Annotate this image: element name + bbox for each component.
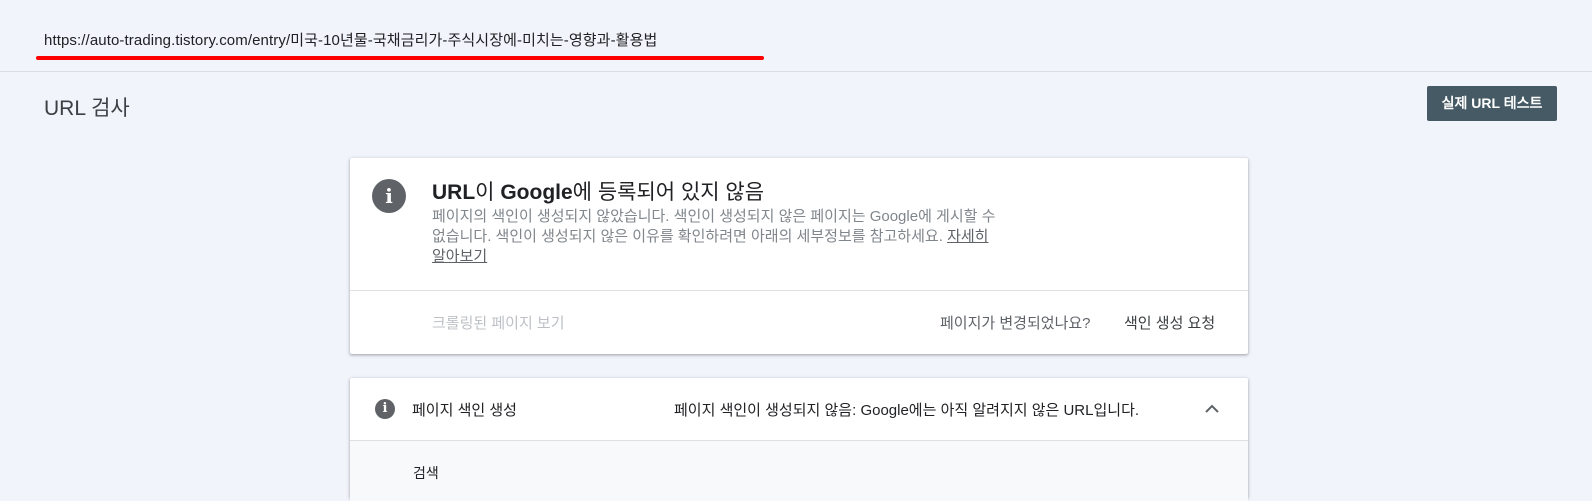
test-live-url-button[interactable]: 실제 URL 테스트 — [1427, 86, 1557, 121]
view-crawled-page-link[interactable]: 크롤링된 페이지 보기 — [432, 312, 565, 333]
red-underline-annotation — [36, 56, 764, 60]
status-heading: URL이 Google에 등록되어 있지 않음 — [432, 176, 764, 206]
heading-url: URL — [432, 181, 476, 204]
card-divider — [350, 290, 1248, 291]
search-section-title: 검색 — [413, 465, 439, 481]
page-indexing-label: 페이지 색인 생성 — [412, 402, 517, 419]
info-icon: i — [375, 399, 395, 419]
page-indexing-details — [350, 441, 1248, 501]
heading-particle: 이 — [475, 181, 501, 204]
inspected-url: https://auto-trading.tistory.com/entry/미… — [44, 32, 658, 49]
url-bar: https://auto-trading.tistory.com/entry/미… — [0, 0, 1592, 72]
request-indexing-button[interactable]: 색인 생성 요청 — [1124, 312, 1215, 333]
page-title: URL 검사 — [44, 97, 130, 120]
status-description-text: 페이지의 색인이 생성되지 않았습니다. 색인이 생성되지 않은 페이지는 Go… — [432, 208, 996, 245]
chevron-up-icon[interactable] — [1204, 402, 1220, 416]
heading-rest: 에 등록되어 있지 않음 — [572, 181, 765, 204]
page-indexing-status: 페이지 색인이 생성되지 않음: Google에는 아직 알려지지 않은 URL… — [674, 402, 1140, 419]
page-changed-question: 페이지가 변경되었나요? — [940, 315, 1091, 332]
heading-google: Google — [500, 181, 573, 204]
status-description: 페이지의 색인이 생성되지 않았습니다. 색인이 생성되지 않은 페이지는 Go… — [432, 207, 1002, 267]
info-icon: i — [372, 179, 406, 213]
